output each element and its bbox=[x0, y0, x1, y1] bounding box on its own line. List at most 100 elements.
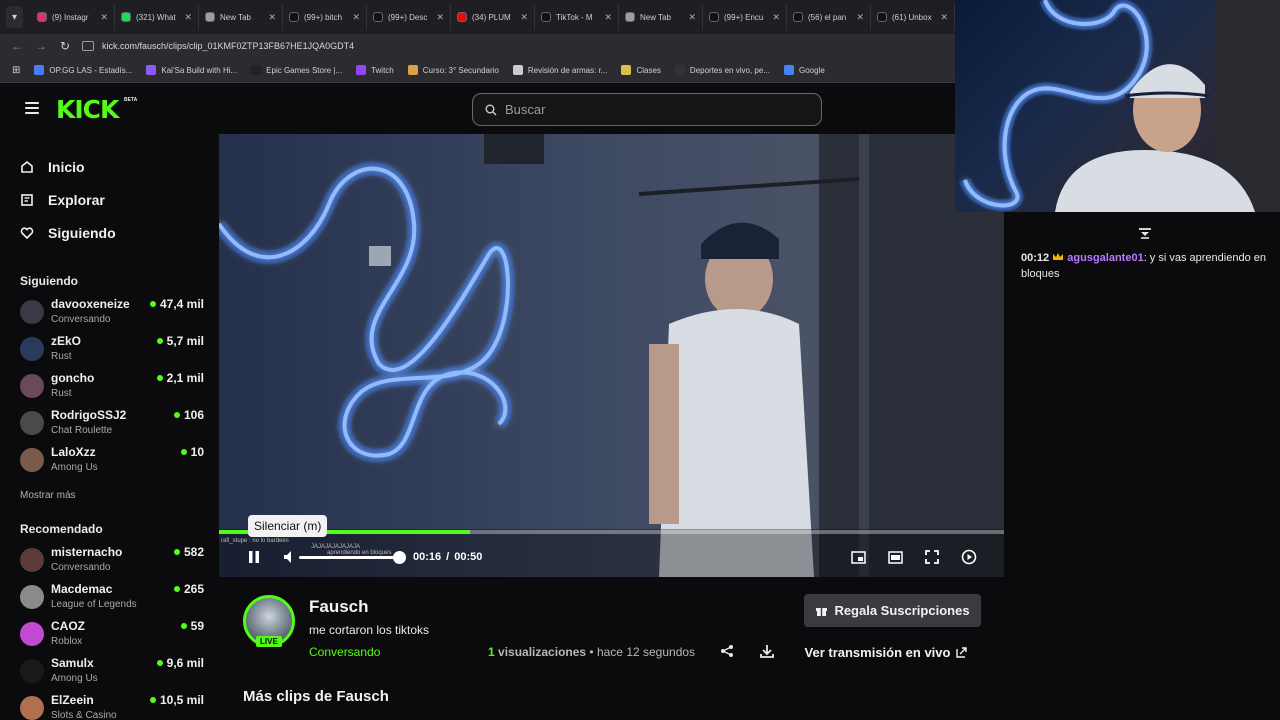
browser-tab[interactable]: New Tab ✕ bbox=[619, 4, 703, 30]
tab-close-icon[interactable]: ✕ bbox=[604, 12, 612, 23]
nav-label: Inicio bbox=[48, 158, 85, 175]
tab-favicon-icon bbox=[625, 12, 635, 22]
tab-close-icon[interactable]: ✕ bbox=[856, 12, 864, 23]
site-info-icon[interactable] bbox=[82, 41, 94, 51]
bookmarks-bar: ⊞ OP.GG LAS - Estadís... Kai'Sa Build wit… bbox=[0, 58, 955, 83]
tab-favicon-icon bbox=[205, 12, 215, 22]
viewer-count: 5,7 mil bbox=[156, 334, 204, 348]
forward-icon[interactable]: → bbox=[34, 39, 48, 53]
browser-tab[interactable]: (61) Unbox ✕ bbox=[871, 4, 955, 30]
kick-logo[interactable]: KICK bbox=[56, 95, 119, 124]
browser-tab[interactable]: New Tab ✕ bbox=[199, 4, 283, 30]
fullscreen-button[interactable] bbox=[923, 548, 941, 566]
following-title: Siguiendo bbox=[20, 274, 78, 288]
tab-close-icon[interactable]: ✕ bbox=[184, 12, 192, 23]
tab-close-icon[interactable]: ✕ bbox=[940, 12, 948, 23]
browser-tab[interactable]: (9) Instagr ✕ bbox=[31, 4, 115, 30]
clip-category[interactable]: Conversando bbox=[309, 645, 380, 659]
clip-age: • hace 12 segundos bbox=[589, 645, 696, 659]
tab-close-icon[interactable]: ✕ bbox=[268, 12, 276, 23]
sidebar-channel-rodrigossj2[interactable]: RodrigoSSJ2 Chat Roulette 106 bbox=[20, 407, 206, 441]
viewer-count: 265 bbox=[173, 582, 204, 596]
browser-tab[interactable]: (34) PLUM ✕ bbox=[451, 4, 535, 30]
bookmark-favicon-icon bbox=[251, 65, 262, 75]
nav-item-inicio[interactable]: Inicio bbox=[20, 150, 116, 183]
compass-icon bbox=[21, 193, 33, 206]
viewer-count: 9,6 mil bbox=[156, 656, 204, 670]
sidebar-channel-zeko[interactable]: zEkO Rust 5,7 mil bbox=[20, 333, 206, 367]
browser-tab[interactable]: (321) What ✕ bbox=[115, 4, 199, 30]
bookmark-favicon-icon bbox=[621, 65, 632, 75]
menu-icon[interactable] bbox=[25, 102, 39, 114]
chat-collapse-button[interactable] bbox=[1138, 226, 1152, 239]
tab-search-button[interactable]: ▾ bbox=[6, 6, 23, 28]
url-field[interactable]: kick.com/fausch/clips/clip_01KMF0ZTP13FB… bbox=[82, 36, 955, 56]
sidebar-channel-davooxeneize[interactable]: davooxeneize Conversando 47,4 mil bbox=[20, 296, 206, 330]
back-icon[interactable]: ← bbox=[10, 39, 24, 53]
sidebar-channel-laloxzz[interactable]: LaloXzz Among Us 10 bbox=[20, 444, 206, 478]
tab-close-icon[interactable]: ✕ bbox=[100, 12, 108, 23]
pip-button[interactable] bbox=[849, 548, 867, 566]
download-button[interactable] bbox=[759, 643, 775, 659]
sidebar-channel-misternacho[interactable]: misternacho Conversando 582 bbox=[20, 544, 206, 578]
bookmark-item[interactable]: Curso: 3° Secundario bbox=[407, 65, 499, 75]
search-box[interactable] bbox=[472, 93, 822, 126]
theater-mode-button[interactable] bbox=[886, 548, 904, 566]
chat-message: 00:12 agusgalante01: y si vas aprendiend… bbox=[1021, 250, 1275, 282]
sidebar-channel-samulx[interactable]: Samulx Among Us 9,6 mil bbox=[20, 655, 206, 689]
viewer-count: 10,5 mil bbox=[149, 693, 204, 707]
tab-close-icon[interactable]: ✕ bbox=[520, 12, 528, 23]
browser-tab[interactable]: (99+) bitch ✕ bbox=[283, 4, 367, 30]
channel-category: Among Us bbox=[51, 673, 98, 684]
bookmark-item[interactable]: Clases bbox=[621, 65, 661, 75]
video-player[interactable]: rafi_stupe : no lo bardees JAJAJAJAJAJAJ… bbox=[219, 134, 1004, 577]
browser-tab[interactable]: (56) el pan ✕ bbox=[787, 4, 871, 30]
share-button[interactable] bbox=[719, 643, 735, 659]
volume-button[interactable] bbox=[281, 548, 299, 566]
nav-label: Siguiendo bbox=[48, 224, 116, 241]
bookmark-item[interactable]: Deportes en vivo, pe... bbox=[674, 65, 770, 75]
chat-username[interactable]: agusgalante01 bbox=[1067, 252, 1143, 264]
search-input[interactable] bbox=[505, 102, 805, 117]
pause-button[interactable] bbox=[245, 548, 263, 566]
bookmark-item[interactable]: Twitch bbox=[356, 65, 394, 75]
viewer-count: 582 bbox=[173, 545, 204, 559]
browser-tab[interactable]: (99+) Encu ✕ bbox=[703, 4, 787, 30]
seek-bar[interactable] bbox=[219, 530, 1004, 534]
volume-slider[interactable] bbox=[299, 556, 399, 559]
bookmark-item[interactable]: Epic Games Store |... bbox=[251, 65, 342, 75]
reload-icon[interactable]: ↻ bbox=[58, 39, 72, 53]
url-text: kick.com/fausch/clips/clip_01KMF0ZTP13FB… bbox=[102, 41, 355, 51]
browser-tab[interactable]: TikTok - M ✕ bbox=[535, 4, 619, 30]
volume-slider-knob[interactable] bbox=[393, 551, 406, 564]
apps-grid-icon[interactable]: ⊞ bbox=[12, 65, 20, 76]
nav-item-siguiendo[interactable]: Siguiendo bbox=[20, 216, 116, 249]
browser-tab[interactable]: (99+) Desc ✕ bbox=[367, 4, 451, 30]
viewer-count-value: 582 bbox=[183, 545, 204, 559]
bookmark-item[interactable]: Kai'Sa Build with Hi... bbox=[146, 65, 237, 75]
chat-timestamp: 00:12 bbox=[1021, 252, 1050, 264]
bookmark-label: Kai'Sa Build with Hi... bbox=[161, 65, 238, 75]
bookmark-item[interactable]: Revisión de armas: r... bbox=[512, 65, 607, 75]
bookmark-item[interactable]: OP.GG LAS - Estadís... bbox=[34, 65, 132, 75]
channel-name: ElZeein bbox=[51, 693, 94, 707]
nav-item-explorar[interactable]: Explorar bbox=[20, 183, 116, 216]
sidebar-channel-elzeein[interactable]: ElZeein Slots & Casino 10,5 mil bbox=[20, 692, 206, 720]
sidebar-channel-caoz[interactable]: CAOZ Roblox 59 bbox=[20, 618, 206, 652]
show-more-link[interactable]: Mostrar más bbox=[20, 490, 76, 501]
channel-name[interactable]: Fausch bbox=[309, 597, 369, 617]
tab-close-icon[interactable]: ✕ bbox=[772, 12, 780, 23]
playback-speed-button[interactable] bbox=[960, 548, 978, 566]
bookmark-item[interactable]: Google bbox=[783, 65, 825, 75]
live-dot-icon bbox=[156, 375, 163, 381]
gift-subscriptions-button[interactable]: Regala Suscripciones bbox=[804, 594, 981, 627]
tab-close-icon[interactable]: ✕ bbox=[352, 12, 360, 23]
channel-name: CAOZ bbox=[51, 619, 85, 633]
tab-close-icon[interactable]: ✕ bbox=[688, 12, 696, 23]
channel-avatar bbox=[20, 300, 44, 324]
watch-live-button[interactable]: Ver transmisión en vivo bbox=[791, 638, 981, 666]
bookmark-favicon-icon bbox=[512, 65, 523, 75]
tab-close-icon[interactable]: ✕ bbox=[436, 12, 444, 23]
sidebar-channel-goncho[interactable]: goncho Rust 2,1 mil bbox=[20, 370, 206, 404]
sidebar-channel-macdemac[interactable]: Macdemac League of Legends 265 bbox=[20, 581, 206, 615]
